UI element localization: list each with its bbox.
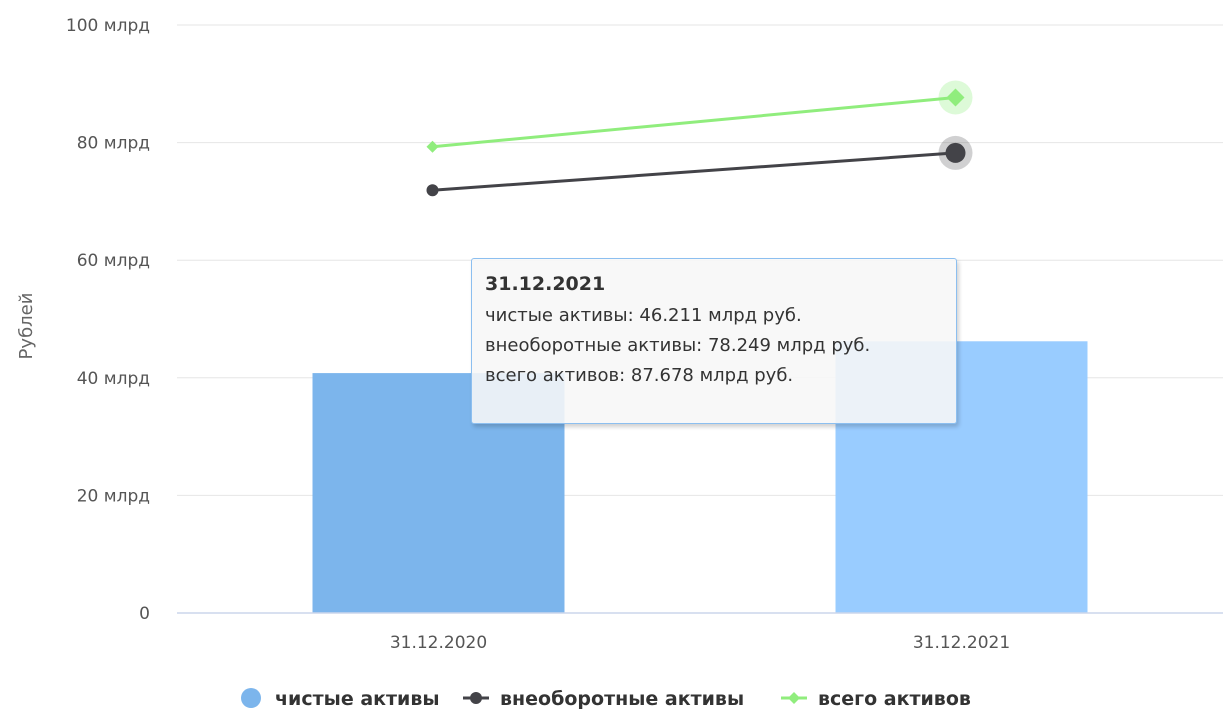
legend-marker — [470, 692, 482, 704]
legend-label: всего активов — [818, 688, 971, 710]
tooltip-row-net-assets: чистые активы: 46.211 млрд руб. — [485, 305, 802, 326]
tooltip-row-noncurrent-assets: внеоборотные активы: 78.249 млрд руб. — [485, 335, 871, 356]
series-line — [432, 151, 956, 192]
tooltip-row-total-assets: всего активов: 87.678 млрд руб. — [485, 365, 794, 386]
y-axis-title: Рублей — [16, 293, 37, 360]
line-series — [426, 80, 973, 197]
legend-marker — [241, 688, 261, 708]
tooltip: 31.12.2021 чистые активы: 46.211 млрд ру… — [471, 258, 957, 424]
y-tick-label: 60 млрд — [77, 251, 150, 271]
series-line — [432, 95, 956, 149]
y-tick-label: 0 — [139, 604, 150, 624]
legend-marker — [788, 692, 800, 704]
legend-label: внеоборотные активы — [500, 688, 744, 710]
tooltip-title: 31.12.2021 — [485, 273, 606, 295]
legend: чистые активы внеоборотные активы всего ак… — [241, 688, 971, 710]
x-tick-label: 31.12.2020 — [390, 633, 487, 653]
y-tick-label: 40 млрд — [77, 369, 150, 389]
x-axis: 31.12.2020 31.12.2021 — [390, 633, 1010, 653]
y-axis: 0 20 млрд 40 млрд 60 млрд 80 млрд 100 млрд — [66, 16, 150, 624]
x-tick-label: 31.12.2021 — [913, 633, 1010, 653]
y-tick-label: 100 млрд — [66, 16, 150, 36]
y-tick-label: 20 млрд — [77, 486, 150, 506]
legend-label: чистые активы — [275, 688, 440, 710]
data-point — [426, 184, 439, 197]
data-point — [945, 142, 966, 163]
y-tick-label: 80 млрд — [77, 134, 150, 154]
